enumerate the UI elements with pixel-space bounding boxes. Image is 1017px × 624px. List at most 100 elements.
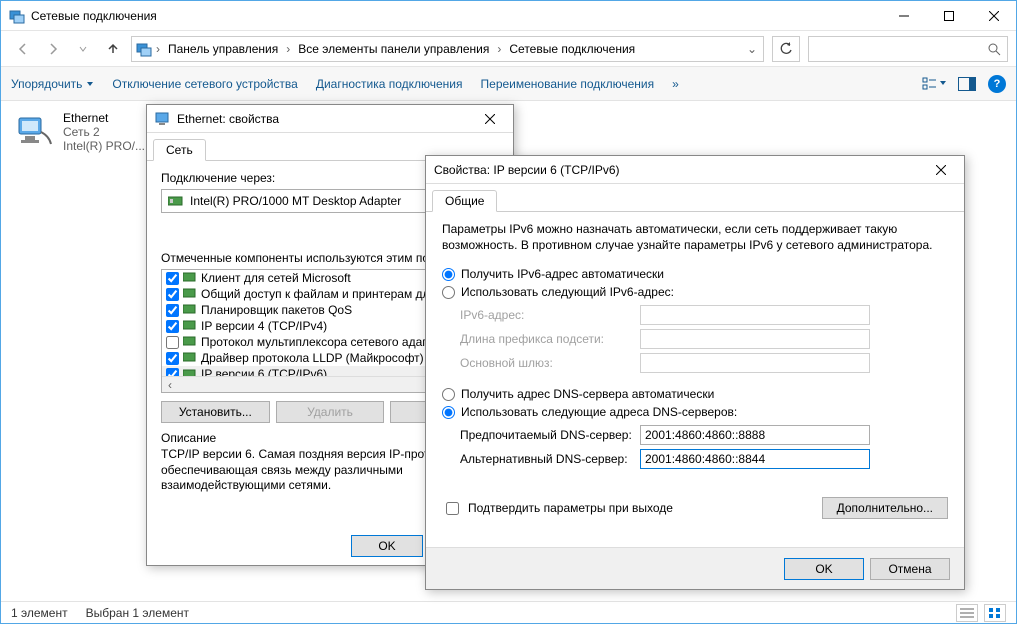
prefix-length-label: Длина префикса подсети:: [460, 332, 640, 346]
component-checkbox[interactable]: [166, 320, 179, 333]
pref-dns-input[interactable]: [640, 425, 870, 445]
preview-pane-icon[interactable]: [958, 77, 976, 91]
radio-auto-dns-label: Получить адрес DNS-сервера автоматически: [461, 387, 714, 401]
refresh-button[interactable]: [772, 36, 800, 62]
chevron-right-icon[interactable]: ›: [495, 42, 503, 56]
window-title: Сетевые подключения: [31, 9, 881, 23]
radio-manual-ip-label: Использовать следующий IPv6-адрес:: [461, 285, 674, 299]
connection-adapter: Intel(R) PRO/...: [63, 139, 145, 153]
icons-view-button[interactable]: [984, 604, 1006, 622]
forward-button[interactable]: [39, 35, 67, 63]
prefix-length-input: [640, 329, 870, 349]
radio-auto-ip-label: Получить IPv6-адрес автоматически: [461, 267, 664, 281]
ipv6-properties-dialog: Свойства: IP версии 6 (TCP/IPv6) Общие П…: [425, 155, 965, 590]
more-commands[interactable]: »: [672, 77, 679, 91]
install-button[interactable]: Установить...: [161, 401, 270, 423]
dialog-title: Ethernet: свойства: [177, 112, 475, 126]
radio-auto-dns[interactable]: Получить адрес DNS-сервера автоматически: [442, 387, 948, 401]
close-button[interactable]: [971, 1, 1016, 30]
radio-manual-ip[interactable]: Использовать следующий IPv6-адрес:: [442, 285, 948, 299]
cancel-button[interactable]: Отмена: [870, 558, 950, 580]
radio-manual-dns[interactable]: Использовать следующие адреса DNS-сервер…: [442, 405, 948, 419]
component-label: Планировщик пакетов QoS: [201, 303, 352, 317]
advanced-button[interactable]: Дополнительно...: [822, 497, 948, 519]
radio-auto-ip[interactable]: Получить IPv6-адрес автоматически: [442, 267, 948, 281]
tab-network[interactable]: Сеть: [153, 139, 206, 161]
component-icon: [183, 335, 197, 349]
dialog-titlebar: Свойства: IP версии 6 (TCP/IPv6): [426, 156, 964, 184]
component-checkbox[interactable]: [166, 336, 179, 349]
recent-dropdown[interactable]: [69, 35, 97, 63]
up-button[interactable]: [99, 35, 127, 63]
connection-name: Ethernet: [63, 111, 145, 125]
help-icon[interactable]: ?: [988, 75, 1006, 93]
nic-icon: [168, 195, 184, 207]
ethernet-adapter-icon: [15, 114, 55, 150]
close-button[interactable]: [926, 158, 956, 182]
alt-dns-input[interactable]: [640, 449, 870, 469]
remove-button[interactable]: Удалить: [276, 401, 385, 423]
nav-bar: › Панель управления › Все элементы панел…: [1, 31, 1016, 67]
chevron-right-icon[interactable]: ›: [284, 42, 292, 56]
radio-manual-ip-input[interactable]: [442, 286, 455, 299]
diagnose-button[interactable]: Диагностика подключения: [316, 77, 463, 91]
rename-button[interactable]: Переименование подключения: [481, 77, 655, 91]
dialog-title: Свойства: IP версии 6 (TCP/IPv6): [434, 163, 926, 177]
details-view-button[interactable]: [956, 604, 978, 622]
tab-general[interactable]: Общие: [432, 190, 497, 212]
info-text: Параметры IPv6 можно назначать автоматич…: [442, 222, 948, 253]
connection-network: Сеть 2: [63, 125, 145, 139]
status-count: 1 элемент: [11, 606, 68, 620]
validate-label: Подтвердить параметры при выходе: [468, 501, 673, 515]
address-bar[interactable]: › Панель управления › Все элементы панел…: [131, 36, 764, 62]
component-icon: [183, 271, 197, 285]
validate-checkbox[interactable]: [446, 502, 459, 515]
ethernet-icon: [155, 111, 171, 127]
control-panel-icon: [136, 41, 152, 57]
network-connections-icon: [9, 8, 25, 24]
crumb-all-items[interactable]: Все элементы панели управления: [294, 40, 493, 58]
gateway-input: [640, 353, 870, 373]
organize-menu[interactable]: Упорядочить: [11, 77, 94, 91]
adapter-field: Intel(R) PRO/1000 MT Desktop Adapter: [161, 189, 431, 213]
component-label: Общий доступ к файлам и принтерам для с: [201, 287, 445, 301]
minimize-button[interactable]: [881, 1, 926, 30]
ok-button[interactable]: OK: [351, 535, 423, 557]
component-checkbox[interactable]: [166, 352, 179, 365]
chevron-right-icon[interactable]: ›: [154, 42, 162, 56]
component-label: IP версии 4 (TCP/IPv4): [201, 319, 327, 333]
back-button[interactable]: [9, 35, 37, 63]
component-checkbox[interactable]: [166, 272, 179, 285]
component-icon: [183, 351, 197, 365]
disable-device-button[interactable]: Отключение сетевого устройства: [112, 77, 297, 91]
status-selected: Выбран 1 элемент: [86, 606, 189, 620]
ok-button[interactable]: OK: [784, 558, 864, 580]
gateway-label: Основной шлюз:: [460, 356, 640, 370]
ip-address-input: [640, 305, 870, 325]
alt-dns-label: Альтернативный DNS-сервер:: [460, 452, 640, 466]
component-label: Протокол мультиплексора сетевого адапт: [201, 335, 434, 349]
titlebar: Сетевые подключения: [1, 1, 1016, 31]
component-icon: [183, 287, 197, 301]
view-options-icon[interactable]: [922, 76, 946, 92]
address-dropdown-icon[interactable]: ⌄: [745, 42, 759, 56]
radio-auto-ip-input[interactable]: [442, 268, 455, 281]
ip-address-label: IPv6-адрес:: [460, 308, 640, 322]
maximize-button[interactable]: [926, 1, 971, 30]
crumb-control-panel[interactable]: Панель управления: [164, 40, 282, 58]
pref-dns-label: Предпочитаемый DNS-сервер:: [460, 428, 640, 442]
dialog-titlebar: Ethernet: свойства: [147, 105, 513, 133]
radio-auto-dns-input[interactable]: [442, 388, 455, 401]
close-button[interactable]: [475, 107, 505, 131]
status-bar: 1 элемент Выбран 1 элемент: [1, 601, 1016, 623]
command-bar: Упорядочить Отключение сетевого устройст…: [1, 67, 1016, 101]
component-checkbox[interactable]: [166, 288, 179, 301]
component-label: Клиент для сетей Microsoft: [201, 271, 351, 285]
adapter-name: Intel(R) PRO/1000 MT Desktop Adapter: [190, 194, 401, 208]
search-icon: [987, 42, 1001, 56]
component-checkbox[interactable]: [166, 304, 179, 317]
search-input[interactable]: [808, 36, 1008, 62]
validate-checkbox-row[interactable]: Подтвердить параметры при выходе: [442, 499, 673, 518]
crumb-network-connections[interactable]: Сетевые подключения: [505, 40, 639, 58]
radio-manual-dns-input[interactable]: [442, 406, 455, 419]
